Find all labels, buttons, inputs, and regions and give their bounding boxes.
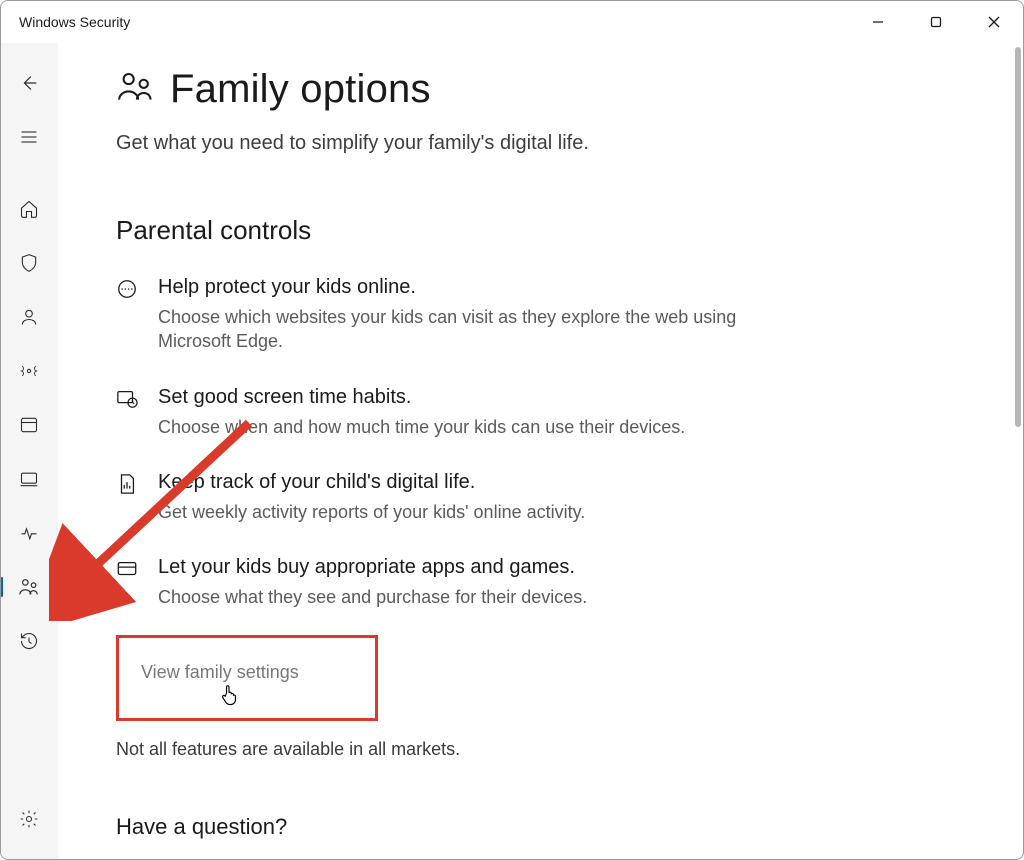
nav-device-performance[interactable] — [7, 511, 51, 555]
feature-screen-time: Set good screen time habits. Choose when… — [116, 386, 983, 439]
main-content: Family options Get what you need to simp… — [58, 43, 1023, 859]
view-family-settings-link[interactable]: View family settings — [141, 662, 299, 683]
nav-virus-protection[interactable] — [7, 241, 51, 285]
section-title: Parental controls — [116, 215, 983, 246]
cursor-hand-icon — [219, 683, 239, 712]
feature-title: Let your kids buy appropriate apps and g… — [158, 556, 587, 579]
titlebar: Windows Security — [1, 1, 1023, 43]
minimize-button[interactable] — [849, 1, 907, 43]
nav-rail — [1, 43, 58, 859]
nav-settings[interactable] — [7, 797, 51, 841]
feature-desc: Choose what they see and purchase for th… — [158, 585, 587, 609]
question-heading: Have a question? — [116, 814, 983, 840]
feature-protect-online: Help protect your kids online. Choose wh… — [116, 276, 983, 354]
disclaimer-text: Not all features are available in all ma… — [116, 739, 983, 760]
report-icon — [116, 473, 140, 524]
nav-home[interactable] — [7, 187, 51, 231]
nav-app-browser-control[interactable] — [7, 403, 51, 447]
maximize-button[interactable] — [907, 1, 965, 43]
feature-desc: Get weekly activity reports of your kids… — [158, 500, 585, 524]
nav-protection-history[interactable] — [7, 619, 51, 663]
screen-time-icon — [116, 388, 140, 439]
hamburger-menu-button[interactable] — [7, 115, 51, 159]
view-family-settings-highlight: View family settings — [116, 635, 378, 721]
close-button[interactable] — [965, 1, 1023, 43]
feature-title: Keep track of your child's digital life. — [158, 471, 585, 494]
family-options-icon — [116, 68, 154, 111]
nav-account-protection[interactable] — [7, 295, 51, 339]
page-title: Family options — [170, 67, 431, 112]
page-subtitle: Get what you need to simplify your famil… — [116, 132, 983, 155]
globe-icon — [116, 278, 140, 354]
feature-purchases: Let your kids buy appropriate apps and g… — [116, 556, 983, 609]
feature-title: Help protect your kids online. — [158, 276, 778, 299]
feature-activity-reports: Keep track of your child's digital life.… — [116, 471, 983, 524]
nav-family-options[interactable] — [7, 565, 51, 609]
window-controls — [849, 1, 1023, 43]
feature-desc: Choose which websites your kids can visi… — [158, 305, 778, 354]
feature-desc: Choose when and how much time your kids … — [158, 415, 685, 439]
nav-device-security[interactable] — [7, 457, 51, 501]
window-title: Windows Security — [19, 14, 130, 30]
page-header: Family options — [116, 67, 983, 112]
credit-card-icon — [116, 558, 140, 609]
scrollbar[interactable] — [1015, 47, 1021, 427]
feature-title: Set good screen time habits. — [158, 386, 685, 409]
feature-list: Help protect your kids online. Choose wh… — [116, 276, 983, 609]
nav-firewall[interactable] — [7, 349, 51, 393]
back-button[interactable] — [7, 61, 51, 105]
